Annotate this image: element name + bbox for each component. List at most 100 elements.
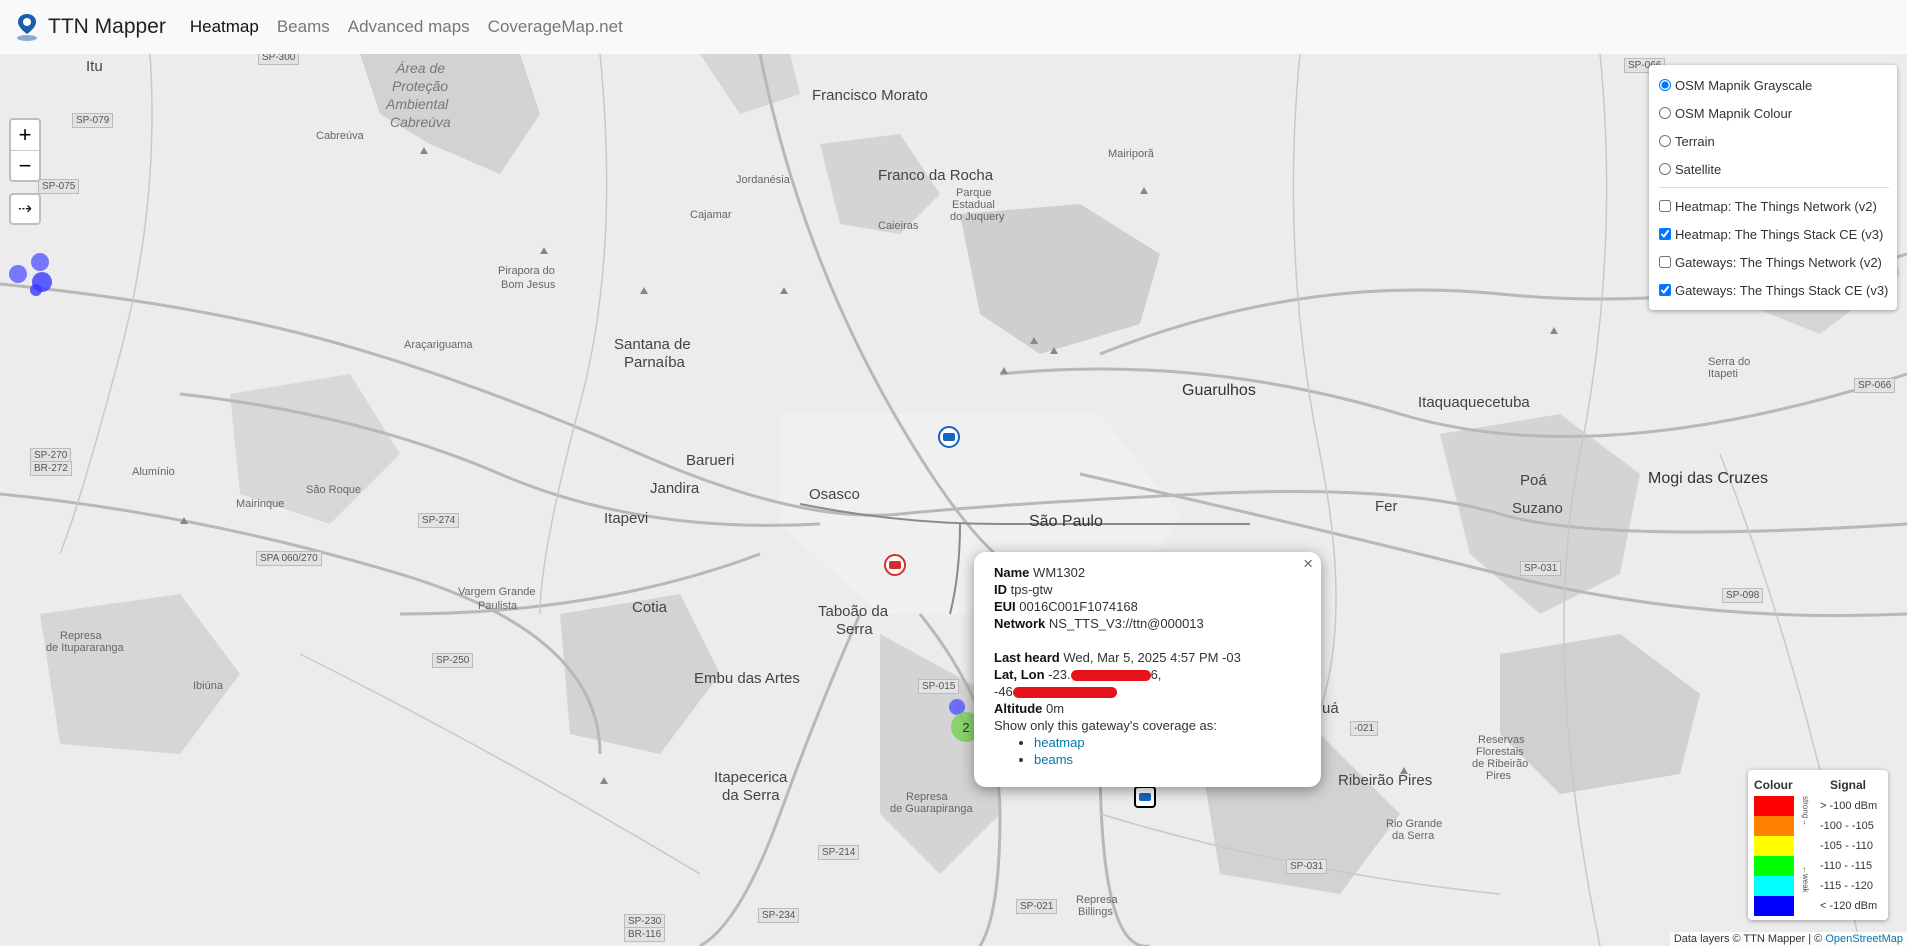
overlay-checkbox[interactable] <box>1659 228 1671 240</box>
road-shield: SP-075 <box>38 179 80 194</box>
nav-heatmap[interactable]: Heatmap <box>190 17 259 37</box>
popup-altitude-label: Altitude <box>994 701 1043 716</box>
locate-button[interactable]: ⇢ <box>9 193 41 225</box>
place-ua: uá <box>1322 700 1339 717</box>
place-apa-1: Área de <box>396 60 446 76</box>
overlay-checkbox[interactable] <box>1659 200 1671 212</box>
popup-link-item: beams <box>1034 751 1301 768</box>
place-jordanesia: Jordanésia <box>736 174 790 186</box>
place-jandira: Jandira <box>650 480 700 497</box>
place-guarulhos: Guarulhos <box>1182 382 1256 399</box>
popup-lon-value: -46 <box>994 684 1013 699</box>
popup-id-label: ID <box>994 582 1007 597</box>
brand[interactable]: TTN Mapper <box>14 12 166 42</box>
road-shield: SP-098 <box>1722 588 1764 603</box>
place-embu: Embu das Artes <box>694 670 800 687</box>
base-layer-radio[interactable] <box>1659 79 1671 91</box>
signal-legend: Colour Signal strong→ ←weak > -100 dBm -… <box>1748 770 1888 920</box>
base-layer-terrain[interactable]: Terrain <box>1659 127 1889 155</box>
popup-spacer <box>994 632 1301 649</box>
place-pires: Pires <box>1486 770 1512 782</box>
map-canvas[interactable]: Itu Cabreúva Área de Proteção Ambiental … <box>0 54 1907 946</box>
popup-link-item: heatmap <box>1034 734 1301 751</box>
base-layer-label: Terrain <box>1675 133 1715 149</box>
place-francisco-morato: Francisco Morato <box>812 87 928 104</box>
base-layer-label: OSM Mapnik Colour <box>1675 105 1793 121</box>
legend-colour-header: Colour <box>1754 778 1793 792</box>
base-layer-satellite[interactable]: Satellite <box>1659 155 1889 183</box>
overlay-heatmap-v3[interactable]: Heatmap: The Things Stack CE (v3) <box>1659 220 1889 248</box>
layer-separator <box>1659 187 1889 188</box>
legend-swatch <box>1754 896 1794 916</box>
overlay-gateways-v3[interactable]: Gateways: The Things Stack CE (v3) <box>1659 276 1889 304</box>
place-paulista: Paulista <box>478 600 518 612</box>
nav-beams[interactable]: Beams <box>277 17 330 37</box>
road-shield: SP-066 <box>1854 378 1896 393</box>
place-mogi-das-cruzes: Mogi das Cruzes <box>1648 470 1769 487</box>
popup-id-value: tps-gtw <box>1010 582 1053 597</box>
place-apa-2: Proteção <box>392 78 449 94</box>
overlay-checkbox[interactable] <box>1659 256 1671 268</box>
place-taboao-2: Serra <box>836 621 873 638</box>
place-caieiras: Caieiras <box>878 220 919 232</box>
base-layer-label: OSM Mapnik Grayscale <box>1675 77 1813 93</box>
road-shield: SP-274 <box>418 513 460 528</box>
base-layer-colour[interactable]: OSM Mapnik Colour <box>1659 99 1889 127</box>
place-itapecerica-2: da Serra <box>722 787 780 804</box>
road-shield: BR-272 <box>30 461 72 476</box>
legend-swatch <box>1754 856 1794 876</box>
selected-gateway-marker[interactable] <box>1134 786 1156 808</box>
place-pirapora-1: Pirapora do <box>498 265 555 277</box>
place-guarapiranga: de Guarapiranga <box>890 803 973 815</box>
popup-altitude-row: Altitude 0m <box>994 700 1301 717</box>
road-shield: SP-021 <box>1016 899 1058 914</box>
redaction-mark <box>1012 687 1117 699</box>
osm-link[interactable]: OpenStreetMap <box>1825 933 1903 945</box>
redaction-mark <box>1070 670 1151 682</box>
overlay-gateways-v2[interactable]: Gateways: The Things Network (v2) <box>1659 248 1889 276</box>
gateway-marker[interactable] <box>938 426 960 448</box>
heatmap-link[interactable]: heatmap <box>1034 735 1085 750</box>
place-franco-da-rocha: Franco da Rocha <box>878 167 994 184</box>
place-represa-2: Represa <box>906 791 948 803</box>
base-layer-radio[interactable] <box>1659 135 1671 147</box>
road-shield: SP-234 <box>758 908 800 923</box>
popup-network-label: Network <box>994 616 1046 631</box>
place-mairipora: Mairiporã <box>1108 148 1154 160</box>
legend-signal-value: -110 - -115 <box>1820 860 1873 872</box>
navbar: TTN Mapper Heatmap Beams Advanced maps C… <box>0 0 1907 54</box>
legend-signal-value: > -100 dBm <box>1820 800 1878 812</box>
overlay-checkbox[interactable] <box>1659 284 1671 296</box>
road-shield: SP-250 <box>432 653 474 668</box>
place-cotia: Cotia <box>632 599 668 616</box>
place-estadual: Estadual <box>952 199 995 211</box>
heatmap-points <box>9 253 52 296</box>
nav-coveragemap[interactable]: CoverageMap.net <box>488 17 623 37</box>
popup-id-row: ID tps-gtw <box>994 581 1301 598</box>
place-pirapora-2: Bom Jesus <box>501 279 556 291</box>
legend-signal-header: Signal <box>1830 778 1867 792</box>
base-layer-grayscale[interactable]: OSM Mapnik Grayscale <box>1659 71 1889 99</box>
popup-eui-label: EUI <box>994 599 1016 614</box>
place-ribeirao-pires: Ribeirão Pires <box>1338 772 1433 789</box>
place-parque: Parque <box>956 187 992 199</box>
map-pin-logo-icon <box>17 14 37 41</box>
place-de-ribeirao: de Ribeirão <box>1472 758 1529 770</box>
legend-swatch <box>1754 836 1794 856</box>
gateway-marker-offline[interactable] <box>884 554 906 576</box>
zoom-in-button[interactable]: + <box>11 120 39 150</box>
road-shield: SP-300 <box>258 54 300 65</box>
overlay-heatmap-v2[interactable]: Heatmap: The Things Network (v2) <box>1659 192 1889 220</box>
base-layer-radio[interactable] <box>1659 107 1671 119</box>
beams-link[interactable]: beams <box>1034 752 1073 767</box>
popup-latlon-label: Lat, Lon <box>994 667 1045 682</box>
place-taboao-1: Taboão da <box>818 603 889 620</box>
popup-close-button[interactable]: × <box>1303 555 1313 572</box>
place-aluminio: Alumínio <box>132 466 175 478</box>
nav-advanced-maps[interactable]: Advanced maps <box>348 17 470 37</box>
zoom-out-button[interactable]: − <box>11 150 39 180</box>
base-layer-radio[interactable] <box>1659 163 1671 175</box>
popup-last-heard-value: Wed, Mar 5, 2025 4:57 PM -03 <box>1063 650 1241 665</box>
road-shield: SP-079 <box>72 113 114 128</box>
legend-signal-value: -100 - -105 <box>1820 820 1874 832</box>
